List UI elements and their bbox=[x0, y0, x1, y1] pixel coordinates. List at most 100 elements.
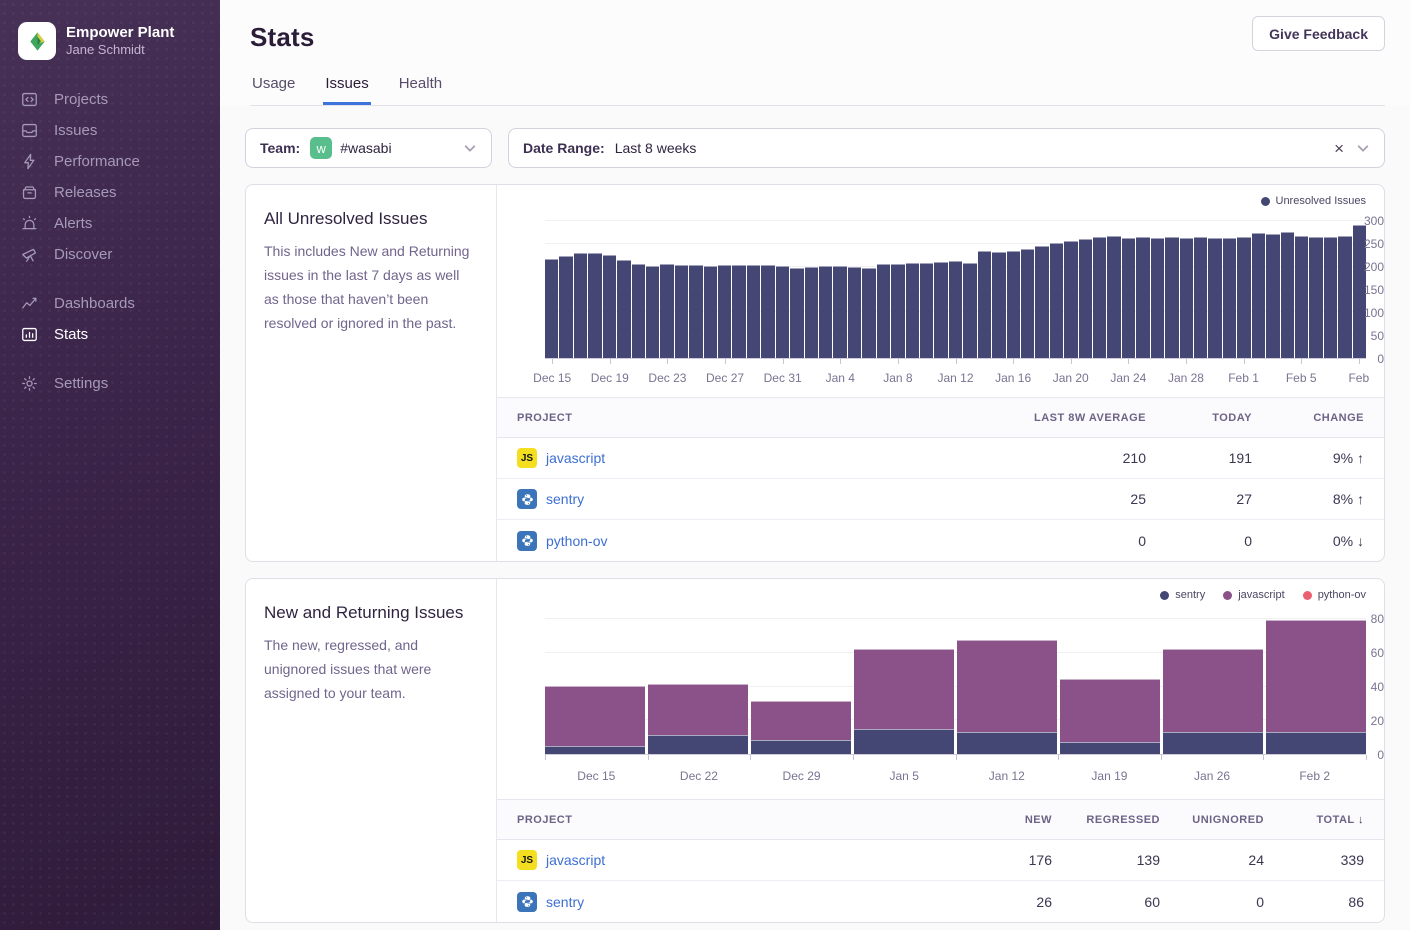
stacked-bar-dec-29[interactable] bbox=[751, 701, 851, 754]
sidebar-item-releases[interactable]: Releases bbox=[0, 177, 220, 208]
org-switcher[interactable]: Empower Plant Jane Schmidt bbox=[0, 22, 220, 60]
unresolved-issues-bar[interactable] bbox=[732, 265, 745, 358]
stacked-bar-dec-15[interactable] bbox=[545, 686, 645, 754]
project-link[interactable]: sentry bbox=[546, 894, 584, 910]
y-axis-tick-label: 150 bbox=[1346, 283, 1384, 297]
sidebar-item-discover[interactable]: Discover bbox=[0, 239, 220, 270]
unresolved-issues-bar[interactable] bbox=[819, 266, 832, 358]
unresolved-issues-bar[interactable] bbox=[949, 261, 962, 358]
legend-dot-icon bbox=[1303, 591, 1312, 600]
tab-usage[interactable]: Usage bbox=[250, 75, 297, 105]
unresolved-issues-bar[interactable] bbox=[1079, 239, 1092, 358]
unresolved-issues-bar[interactable] bbox=[1151, 238, 1164, 358]
unresolved-issues-bar[interactable] bbox=[1180, 238, 1193, 358]
unresolved-issues-bar[interactable] bbox=[761, 265, 774, 358]
unresolved-issues-bar[interactable] bbox=[1035, 246, 1048, 358]
table-row-sentry: sentry2660086 bbox=[497, 881, 1384, 922]
table-header-row: PROJECTNEWREGRESSEDUNIGNOREDTOTAL ↓ bbox=[497, 800, 1384, 840]
unresolved-issues-bar[interactable] bbox=[617, 260, 630, 358]
unresolved-issues-bar[interactable] bbox=[1295, 236, 1308, 358]
stacked-bar-jan-19[interactable] bbox=[1060, 679, 1160, 754]
unresolved-issues-bar[interactable] bbox=[906, 263, 919, 358]
unresolved-issues-bar[interactable] bbox=[1208, 238, 1221, 358]
unresolved-issues-bar[interactable] bbox=[718, 265, 731, 358]
unresolved-issues-bar[interactable] bbox=[704, 266, 717, 358]
sidebar-item-projects[interactable]: Projects bbox=[0, 84, 220, 115]
page-content: Team: w #wasabi Date Range: Last 8 weeks… bbox=[220, 106, 1410, 923]
unresolved-issues-bar[interactable] bbox=[805, 267, 818, 358]
unresolved-issues-bar[interactable] bbox=[877, 264, 890, 358]
unresolved-issues-bar[interactable] bbox=[689, 265, 702, 358]
unresolved-issues-bar[interactable] bbox=[1324, 237, 1337, 358]
value-cell: 86 bbox=[1264, 894, 1364, 910]
project-link[interactable]: javascript bbox=[546, 852, 605, 868]
unresolved-issues-bar[interactable] bbox=[776, 266, 789, 358]
unresolved-issues-bar[interactable] bbox=[1136, 237, 1149, 358]
unresolved-issues-bar[interactable] bbox=[1122, 238, 1135, 358]
unresolved-issues-bar[interactable] bbox=[790, 268, 803, 358]
unresolved-issues-bar[interactable] bbox=[545, 259, 558, 358]
give-feedback-button[interactable]: Give Feedback bbox=[1252, 16, 1385, 51]
unresolved-issues-bar[interactable] bbox=[1107, 236, 1120, 358]
stacked-bar-jan-12[interactable] bbox=[957, 640, 1057, 754]
unresolved-issues-bar[interactable] bbox=[603, 255, 616, 358]
sidebar-item-stats[interactable]: Stats bbox=[0, 319, 220, 350]
unresolved-issues-bar[interactable] bbox=[1050, 243, 1063, 358]
project-link[interactable]: javascript bbox=[546, 450, 605, 466]
unresolved-issues-bar[interactable] bbox=[574, 253, 587, 358]
sidebar-item-alerts[interactable]: Alerts bbox=[0, 208, 220, 239]
unresolved-issues-bar[interactable] bbox=[660, 264, 673, 358]
unresolved-issues-bar[interactable] bbox=[675, 265, 688, 358]
unresolved-issues-bar[interactable] bbox=[559, 256, 572, 358]
value-cell: 25 bbox=[906, 491, 1146, 507]
sidebar-item-dashboards[interactable]: Dashboards bbox=[0, 288, 220, 319]
y-axis-tick-label: 60 bbox=[1346, 646, 1384, 660]
unresolved-issues-bar[interactable] bbox=[1281, 232, 1294, 358]
unresolved-issues-bar[interactable] bbox=[747, 265, 760, 358]
unresolved-issues-bar[interactable] bbox=[646, 266, 659, 358]
unresolved-issues-bar[interactable] bbox=[632, 264, 645, 358]
legend-item-javascript[interactable]: javascript bbox=[1223, 589, 1284, 601]
unresolved-issues-bar[interactable] bbox=[1064, 241, 1077, 358]
unresolved-issues-bar[interactable] bbox=[992, 252, 1005, 358]
unresolved-issues-bar[interactable] bbox=[862, 268, 875, 358]
sidebar-item-performance[interactable]: Performance bbox=[0, 146, 220, 177]
stacked-bar-jan-26[interactable] bbox=[1163, 649, 1263, 754]
unresolved-issues-bar[interactable] bbox=[963, 263, 976, 358]
unresolved-issues-bar[interactable] bbox=[978, 251, 991, 358]
unresolved-issues-bar[interactable] bbox=[1021, 249, 1034, 358]
unresolved-issues-bar[interactable] bbox=[1309, 237, 1322, 358]
tab-health[interactable]: Health bbox=[397, 75, 444, 105]
unresolved-issues-bar[interactable] bbox=[1165, 237, 1178, 358]
date-range-selector[interactable]: Date Range: Last 8 weeks × bbox=[508, 128, 1385, 168]
team-selector[interactable]: Team: w #wasabi bbox=[245, 128, 492, 168]
stacked-bar-dec-22[interactable] bbox=[648, 684, 748, 754]
unresolved-issues-bar[interactable] bbox=[833, 266, 846, 358]
clear-date-icon[interactable]: × bbox=[1334, 140, 1344, 157]
unresolved-issues-bar[interactable] bbox=[934, 262, 947, 358]
unresolved-issues-bar[interactable] bbox=[1266, 234, 1279, 358]
column-header-total[interactable]: TOTAL ↓ bbox=[1264, 814, 1364, 826]
legend-item-python-ov[interactable]: python-ov bbox=[1303, 589, 1366, 601]
unresolved-issues-bar[interactable] bbox=[1093, 237, 1106, 358]
x-axis-tick-label: Jan 19 bbox=[1091, 769, 1127, 783]
unresolved-issues-bar[interactable] bbox=[1237, 237, 1250, 358]
legend-dot-icon bbox=[1223, 591, 1232, 600]
stacked-bar-jan-5[interactable] bbox=[854, 649, 954, 754]
sidebar-item-issues[interactable]: Issues bbox=[0, 115, 220, 146]
project-link[interactable]: python-ov bbox=[546, 533, 607, 549]
unresolved-issues-bar[interactable] bbox=[588, 253, 601, 358]
unresolved-issues-bar[interactable] bbox=[920, 263, 933, 358]
tab-issues[interactable]: Issues bbox=[323, 75, 370, 105]
unresolved-issues-bar[interactable] bbox=[1223, 238, 1236, 358]
new-returning-issues-chart: 020406080Dec 15Dec 22Dec 29Jan 5Jan 12Ja… bbox=[497, 579, 1384, 799]
unresolved-issues-bar[interactable] bbox=[1252, 233, 1265, 358]
sidebar-item-settings[interactable]: Settings bbox=[0, 368, 220, 399]
unresolved-issues-bar[interactable] bbox=[891, 264, 904, 358]
unresolved-issues-bar[interactable] bbox=[848, 267, 861, 358]
legend-item-unresolved-issues[interactable]: Unresolved Issues bbox=[1261, 195, 1367, 207]
unresolved-issues-bar[interactable] bbox=[1194, 237, 1207, 358]
unresolved-issues-bar[interactable] bbox=[1007, 251, 1020, 358]
legend-item-sentry[interactable]: sentry bbox=[1160, 589, 1205, 601]
project-link[interactable]: sentry bbox=[546, 491, 584, 507]
